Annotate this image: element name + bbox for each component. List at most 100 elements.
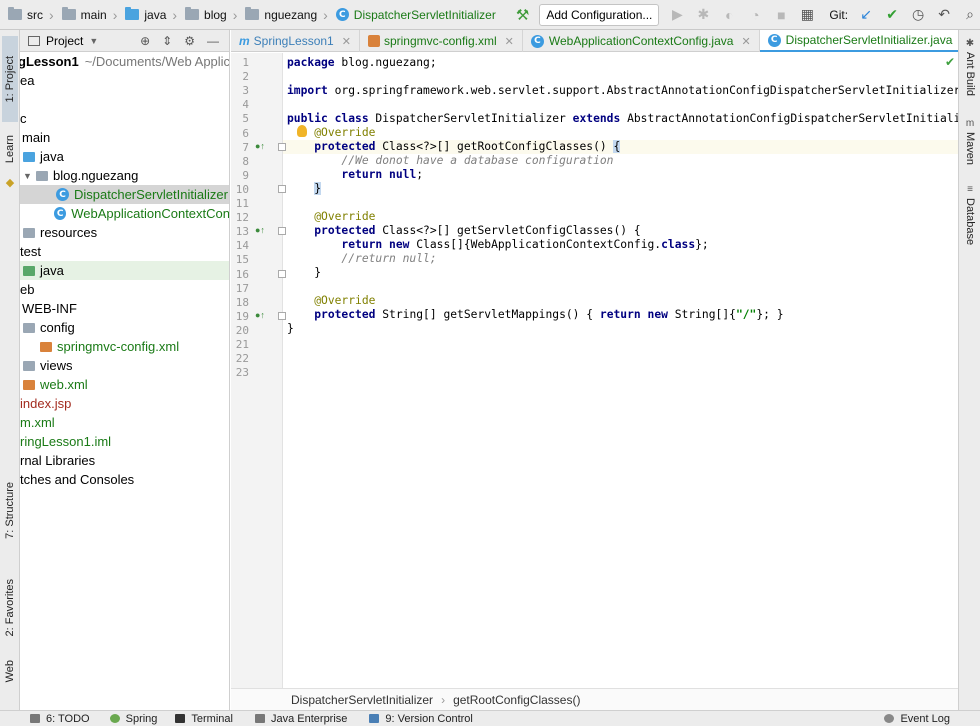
class-icon: C	[56, 188, 69, 201]
git-history-icon[interactable]: ◷	[910, 6, 926, 23]
tool-tab-ant-build[interactable]: ✱ Ant Build	[962, 38, 978, 96]
project-view-selector[interactable]: Project	[46, 34, 83, 48]
tree-item-scratches[interactable]: tches and Consoles	[20, 470, 229, 489]
tree-item-springmvc-config[interactable]: springmvc-config.xml	[20, 337, 229, 356]
breadcrumb-blog[interactable]: blog ›	[177, 0, 237, 30]
close-icon[interactable]: ✕	[342, 35, 351, 48]
fold-icon[interactable]	[278, 227, 286, 235]
tree-item-webapp-context[interactable]: C WebApplicationContextCon	[20, 204, 229, 223]
collapse-icon[interactable]: ⇕	[162, 34, 172, 48]
line-number: 8	[242, 154, 249, 168]
tree-item-test-java[interactable]: java	[20, 261, 229, 280]
code-editor[interactable]: 1 2 3 4 5 6 7 8 9 10 11 12 13 14 15 16 17 18 19 20 21 22 23 ●↑…	[231, 53, 958, 688]
breadcrumb-class[interactable]: C DispatcherServletInitializer	[328, 0, 496, 30]
event-log-icon	[884, 714, 895, 723]
code-line-13: protected Class<?>[] getServletConfigCla…	[314, 224, 641, 237]
tree-item-views[interactable]: views	[20, 356, 229, 375]
breadcrumb-nguezang[interactable]: nguezang ›	[237, 0, 328, 30]
tree-item-web[interactable]: eb	[20, 280, 229, 299]
tool-tab-web[interactable]: Web	[2, 656, 18, 686]
tree-item-web-xml[interactable]: web.xml	[20, 375, 229, 394]
project-view-icon	[28, 35, 40, 46]
project-panel: Project ▼ ⊕ ⇕ ⚙ — gLesson1 ~/Documents/W…	[20, 30, 230, 710]
coverage-icon[interactable]: ◐	[721, 7, 737, 23]
right-tool-strip: ✱ Ant Build m Maven ≡ Database	[958, 30, 980, 710]
tree-item-external-libraries[interactable]: rnal Libraries	[20, 451, 229, 470]
breadcrumb-java[interactable]: java ›	[117, 0, 177, 30]
tree-item-main[interactable]: main	[20, 128, 229, 147]
override-gutter-icon[interactable]: ●↑	[255, 225, 265, 235]
tool-tab-terminal[interactable]: Terminal	[175, 713, 233, 725]
tab-spring-lesson1[interactable]: m SpringLesson1 ✕	[231, 30, 360, 52]
tree-item-config[interactable]: config	[20, 318, 229, 337]
hide-icon[interactable]: —	[207, 34, 219, 48]
editor-breadcrumb-method[interactable]: getRootConfigClasses()	[453, 693, 580, 707]
fold-icon[interactable]	[278, 270, 286, 278]
line-number: 7	[242, 140, 249, 154]
tree-item-main-java[interactable]: java	[20, 147, 229, 166]
editor-breadcrumb: DispatcherServletInitializer › getRootCo…	[231, 688, 958, 710]
tab-springmvc-config[interactable]: springmvc-config.xml ✕	[360, 30, 523, 52]
override-gutter-icon[interactable]: ●↑	[255, 141, 265, 151]
debug-icon[interactable]: ✱	[695, 6, 711, 23]
tool-tab-project[interactable]: 1: Project	[2, 36, 18, 122]
package-icon	[185, 7, 200, 20]
tree-item-package[interactable]: ▼ blog.nguezang	[20, 166, 229, 185]
editor-tab-bar: m SpringLesson1 ✕ springmvc-config.xml ✕…	[231, 30, 979, 52]
fold-icon[interactable]	[278, 312, 286, 320]
code-line-10: }	[314, 182, 322, 195]
close-icon[interactable]: ✕	[741, 35, 750, 48]
tree-item-dispatcher-servlet[interactable]: C DispatcherServletInitializer	[20, 185, 229, 204]
git-commit-icon[interactable]: ✔	[884, 6, 900, 23]
gear-icon[interactable]: ⚙	[184, 34, 195, 48]
java-enterprise-icon	[254, 714, 265, 723]
line-number: 3	[242, 84, 249, 98]
tool-tab-database[interactable]: ≡ Database	[962, 184, 978, 245]
line-number: 10	[235, 182, 249, 196]
tool-tab-favorites[interactable]: 2: Favorites	[2, 566, 18, 650]
breadcrumb-main[interactable]: main ›	[54, 0, 117, 30]
expand-arrow-icon[interactable]: ▼	[23, 171, 32, 181]
maven-icon: m	[965, 118, 975, 129]
bottom-tool-bar: 6: TODO Spring Terminal Java Enterprise …	[0, 710, 980, 726]
tree-item-idea[interactable]: ea	[20, 71, 229, 90]
tree-item-project-root[interactable]: gLesson1 ~/Documents/Web Applic	[20, 52, 229, 71]
xml-file-icon	[367, 35, 380, 47]
tree-item-resources[interactable]: resources	[20, 223, 229, 242]
tab-dispatcher-servlet[interactable]: C DispatcherServletInitializer.java ✕	[759, 30, 979, 52]
tree-item-test[interactable]: test	[20, 242, 229, 261]
tree-item-iml[interactable]: ringLesson1.iml	[20, 432, 229, 451]
git-update-icon[interactable]: ↙	[858, 6, 874, 23]
tool-tab-version-control[interactable]: 9: Version Control	[369, 713, 473, 725]
tool-tab-learn[interactable]: Learn	[2, 126, 18, 172]
git-rollback-icon[interactable]: ↶	[936, 6, 952, 23]
tool-tab-maven[interactable]: m Maven	[962, 118, 978, 165]
add-configuration-button[interactable]: Add Configuration...	[539, 3, 660, 26]
tree-item-src[interactable]: c	[20, 109, 229, 128]
chevron-down-icon[interactable]: ▼	[89, 36, 98, 46]
profile-icon[interactable]: ◔	[747, 7, 763, 23]
tree-item-pom-xml[interactable]: m.xml	[20, 413, 229, 432]
tool-tab-spring[interactable]: Spring	[109, 713, 157, 725]
tool-tab-java-enterprise[interactable]: Java Enterprise	[254, 713, 347, 725]
stop-icon[interactable]: ■	[773, 7, 789, 23]
tab-webapp-context-config[interactable]: C WebApplicationContextConfig.java ✕	[523, 30, 760, 52]
override-gutter-icon[interactable]: ●↑	[255, 310, 265, 320]
fold-icon[interactable]	[278, 185, 286, 193]
breadcrumb-src[interactable]: src ›	[0, 0, 54, 30]
run-icon[interactable]: ▶	[669, 6, 685, 23]
tool-tab-event-log[interactable]: Event Log	[884, 713, 980, 725]
project-structure-icon[interactable]: ▦	[799, 6, 815, 23]
locate-icon[interactable]: ⊕	[140, 34, 150, 48]
close-icon[interactable]: ✕	[505, 35, 514, 48]
tool-tab-todo[interactable]: 6: TODO	[30, 713, 90, 725]
todo-icon	[30, 714, 40, 723]
tree-item-web-inf[interactable]: WEB-INF	[20, 299, 229, 318]
build-hammer-icon[interactable]: ⚒	[516, 6, 529, 24]
editor-breadcrumb-class[interactable]: DispatcherServletInitializer	[291, 693, 433, 707]
tool-tab-structure[interactable]: 7: Structure	[2, 472, 18, 548]
code-line-3: import org.springframework.web.servlet.s…	[287, 84, 958, 97]
tree-item-index-jsp[interactable]: index.jsp	[20, 394, 229, 413]
search-icon[interactable]: ⌕	[962, 6, 978, 23]
fold-icon[interactable]	[278, 143, 286, 151]
